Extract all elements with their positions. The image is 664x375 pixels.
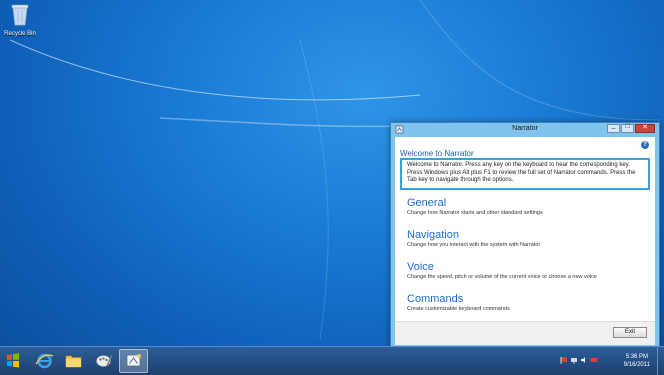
section-voice-desc: Change the speed, pitch or volume of the… [407, 274, 597, 280]
welcome-heading: Welcome to Narrator [400, 149, 474, 158]
section-navigation[interactable]: Navigation Change how you interact with … [407, 229, 540, 248]
section-general-desc: Change how Narrator starts and other sta… [407, 210, 543, 216]
section-navigation-desc: Change how you interact with the system … [407, 242, 541, 248]
action-center-flag-icon[interactable] [560, 356, 568, 364]
help-icon[interactable]: ? [641, 141, 649, 149]
narrator-window: Narrator _ □ ✕ ? Welcome to Narrator Wel… [390, 122, 660, 350]
maximize-button[interactable]: □ [621, 123, 634, 133]
internet-explorer-icon [35, 353, 54, 369]
exit-button[interactable]: Exit [613, 327, 647, 338]
keyboard-icon[interactable] [590, 356, 598, 364]
title-bar[interactable]: Narrator _ □ ✕ [391, 122, 659, 137]
clock-time: 5:36 PM [625, 354, 649, 360]
section-commands-desc: Create customizable keyboard commands [407, 306, 510, 312]
close-button[interactable]: ✕ [635, 124, 655, 133]
maximize-icon: □ [625, 123, 630, 130]
start-button[interactable] [0, 347, 26, 375]
section-general-link[interactable]: General [407, 197, 543, 209]
section-voice[interactable]: Voice Change the speed, pitch or volume … [407, 261, 597, 280]
section-navigation-link[interactable]: Navigation [407, 229, 540, 241]
recycle-bin-label: Recycle Bin [4, 31, 36, 37]
taskbar: 5:36 PM 9/16/2011 [0, 346, 664, 375]
paint-icon [96, 354, 113, 367]
welcome-text-box[interactable]: Welcome to Narrator. Press any key on th… [400, 158, 650, 190]
section-commands[interactable]: Commands Create customizable keyboard co… [407, 293, 510, 312]
recycle-bin-shortcut[interactable]: Recycle Bin [2, 3, 38, 37]
recycle-bin-icon [11, 4, 29, 26]
close-icon: ✕ [642, 124, 648, 131]
network-icon[interactable] [570, 356, 578, 364]
volume-icon[interactable] [580, 356, 588, 364]
minimize-icon: _ [611, 122, 616, 129]
section-general[interactable]: General Change how Narrator starts and o… [407, 197, 543, 216]
folder-icon [65, 355, 82, 368]
minimize-button[interactable]: _ [607, 122, 620, 133]
narrator-icon [126, 354, 141, 367]
system-tray: 5:36 PM 9/16/2011 [554, 347, 664, 375]
clock[interactable]: 5:36 PM 9/16/2011 [624, 353, 650, 369]
show-desktop-button[interactable] [657, 347, 664, 375]
taskbar-narrator-button[interactable] [119, 349, 148, 373]
section-voice-link[interactable]: Voice [407, 261, 597, 273]
clock-date: 9/16/2011 [623, 362, 650, 368]
taskbar-explorer-button[interactable] [59, 349, 88, 373]
windows-logo-icon [7, 353, 19, 368]
taskbar-paint-button[interactable] [89, 349, 118, 373]
section-commands-link[interactable]: Commands [407, 293, 510, 305]
taskbar-ie-button[interactable] [30, 349, 59, 373]
narrator-client-area: ? Welcome to Narrator Welcome to Narrato… [395, 137, 655, 345]
